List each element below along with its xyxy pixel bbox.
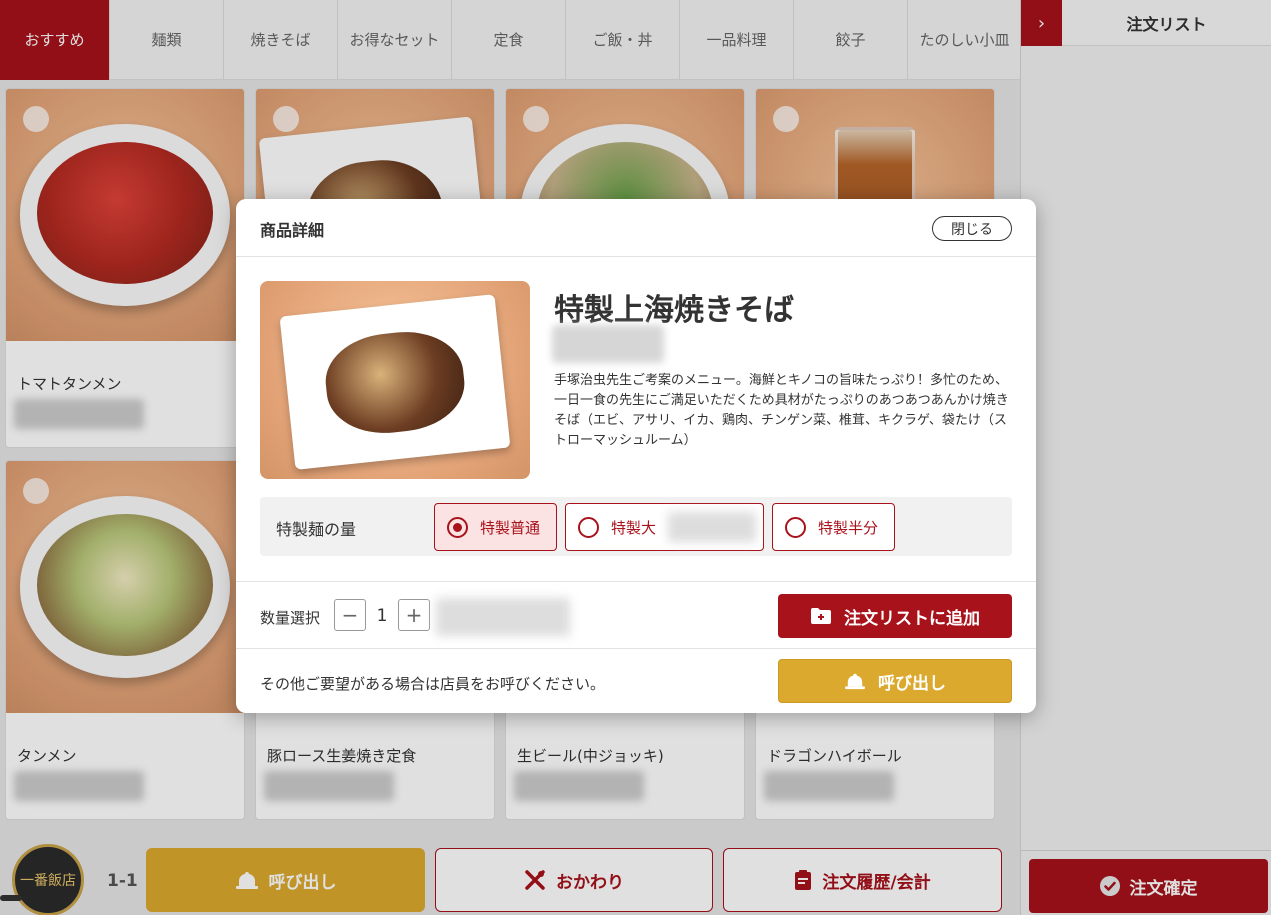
bell-icon <box>845 673 865 690</box>
product-description: 手塚治虫先生ご考案のメニュー。海鮮とキノコの旨味たっぷり！多忙のため、一日一食の… <box>554 373 1009 448</box>
option-half[interactable]: 特製半分 <box>772 503 895 551</box>
option-price-blurred <box>668 512 756 542</box>
add-to-order-list-label: 注文リストに追加 <box>844 608 980 629</box>
modal-call-staff-button[interactable]: 呼び出し <box>778 659 1012 703</box>
modal-header: 商品詳細 閉じる <box>236 199 1036 257</box>
quantity-value: 1 <box>376 606 388 626</box>
radio-unchecked-icon <box>785 516 806 538</box>
add-to-order-list-button[interactable]: 注文リストに追加 <box>778 594 1012 638</box>
radio-checked-icon <box>447 516 468 538</box>
quantity-label: 数量選択 <box>260 609 321 627</box>
product-name: 特製上海焼きそば <box>554 293 794 328</box>
option-label: 特製麺の量 <box>276 520 357 539</box>
option-regular-label: 特製普通 <box>480 518 541 537</box>
call-staff-row: その他ご要望がある場合は店員をお呼びください。 呼び出し <box>236 648 1036 713</box>
option-large-label: 特製大 <box>611 518 657 537</box>
quantity-total-blurred <box>436 598 570 636</box>
radio-unchecked-icon <box>578 516 599 538</box>
folder-plus-icon <box>811 608 831 624</box>
call-staff-note: その他ご要望がある場合は店員をお呼びください。 <box>260 675 606 693</box>
quantity-minus-button[interactable]: − <box>334 599 366 631</box>
modal-title: 商品詳細 <box>260 221 325 240</box>
quantity-plus-button[interactable]: + <box>398 599 430 631</box>
option-regular[interactable]: 特製普通 <box>434 503 557 551</box>
option-large[interactable]: 特製大 <box>565 503 764 551</box>
product-detail-modal: 商品詳細 閉じる 特製上海焼きそば 手塚治虫先生ご考案のメニュー。海鮮とキノコの… <box>236 199 1036 713</box>
product-price-blurred <box>552 325 664 363</box>
close-button[interactable]: 閉じる <box>932 216 1012 241</box>
quantity-row: 数量選択 − 1 + 注文リストに追加 <box>236 581 1036 648</box>
modal-call-staff-label: 呼び出し <box>878 673 946 694</box>
option-half-label: 特製半分 <box>818 518 879 537</box>
product-photo <box>260 281 530 479</box>
noodle-amount-option: 特製麺の量 特製普通 特製大 特製半分 <box>260 497 1012 556</box>
